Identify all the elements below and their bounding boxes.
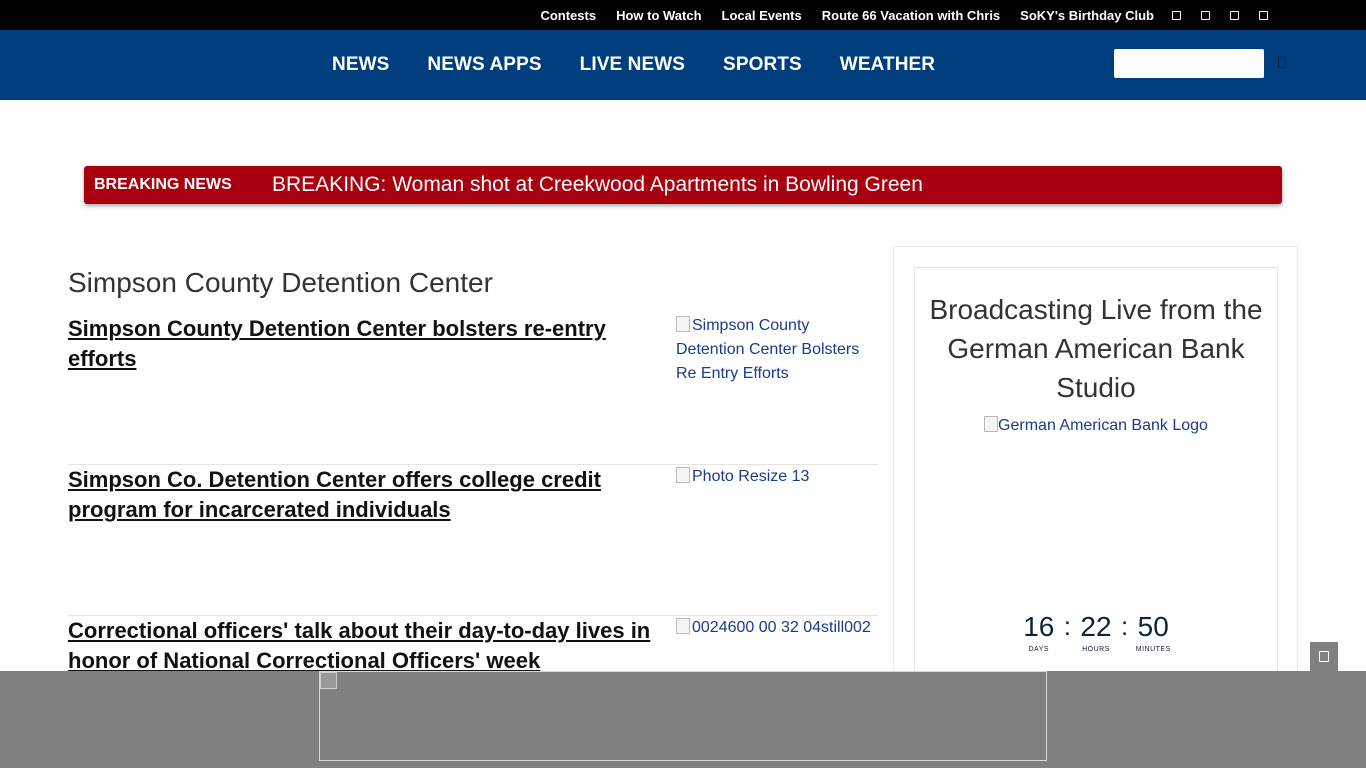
bottom-ad-overlay: [0, 671, 1366, 768]
sponsor-logo-alt: German American Bank Logo: [998, 417, 1208, 434]
youtube-icon[interactable]: [1259, 10, 1268, 20]
story-item: Simpson County Detention Center bolsters…: [68, 314, 878, 465]
top-utility-bar: Contests How to Watch Local Events Route…: [0, 0, 1366, 30]
broken-image-icon: [676, 467, 690, 483]
link-how-to-watch[interactable]: How to Watch: [616, 8, 701, 23]
countdown-hours-value: 22: [1080, 611, 1112, 642]
broken-image-icon: [676, 618, 690, 634]
broken-image-icon: [984, 416, 999, 432]
breaking-news-banner[interactable]: Breaking News BREAKING: Woman shot at Cr…: [84, 166, 1282, 204]
countdown-timer: 16 Days : 22 Hours : 50 Minutes: [915, 610, 1277, 653]
countdown-minutes-label: Minutes: [1135, 646, 1171, 653]
nav-item-live-news[interactable]: LIVE NEWS: [580, 54, 685, 76]
countdown-separator: :: [1063, 611, 1071, 641]
twitter-icon[interactable]: [1201, 10, 1210, 20]
breaking-news-label: Breaking News: [94, 176, 232, 193]
main-navigation: NEWS NEWS APPS LIVE NEWS SPORTS WEATHER: [0, 30, 1366, 100]
countdown-hours: 22 Hours: [1075, 610, 1117, 653]
sponsor-logo[interactable]: German American Bank Logo: [915, 416, 1277, 435]
countdown-minutes: 50 Minutes: [1132, 610, 1174, 653]
story-thumbnail-alt: Simpson County Detention Center Bolsters…: [676, 317, 860, 382]
countdown-hours-label: Hours: [1082, 646, 1110, 653]
search-input[interactable]: [1114, 49, 1264, 78]
search-icon[interactable]: [1278, 57, 1286, 68]
countdown-days: 16 Days: [1018, 610, 1060, 653]
broken-image-icon: [676, 316, 690, 332]
nav-item-news[interactable]: NEWS: [332, 54, 389, 76]
ad-frame[interactable]: [319, 671, 1047, 761]
story-thumbnail-alt: 0024600 00 32 04still002: [692, 619, 871, 636]
live-studio-title: Broadcasting Live from the German Americ…: [929, 294, 1263, 403]
link-route-66-vacation[interactable]: Route 66 Vacation with Chris: [822, 8, 1000, 23]
countdown-separator: :: [1121, 611, 1129, 641]
broken-image-icon: [320, 672, 337, 689]
story-headline[interactable]: Simpson Co. Detention Center offers coll…: [68, 465, 658, 525]
story-thumbnail-alt: Photo Resize 13: [692, 468, 810, 485]
link-local-events[interactable]: Local Events: [722, 8, 802, 23]
page-title: Simpson County Detention Center: [68, 267, 493, 298]
link-contests[interactable]: Contests: [540, 8, 596, 23]
utility-links: Contests How to Watch Local Events Route…: [540, 0, 1154, 30]
story-headline[interactable]: Correctional officers' talk about their …: [68, 616, 658, 676]
ad-close-button[interactable]: [1310, 642, 1338, 671]
story-headline[interactable]: Simpson County Detention Center bolsters…: [68, 314, 658, 374]
nav-item-weather[interactable]: WEATHER: [840, 54, 935, 76]
instagram-icon[interactable]: [1230, 10, 1239, 20]
story-thumbnail[interactable]: 0024600 00 32 04still002: [676, 616, 876, 640]
countdown-minutes-value: 50: [1137, 611, 1169, 642]
countdown-days-value: 16: [1023, 611, 1055, 642]
nav-menu: NEWS NEWS APPS LIVE NEWS SPORTS WEATHER: [332, 30, 935, 100]
nav-item-news-apps[interactable]: NEWS APPS: [427, 54, 541, 76]
nav-item-sports[interactable]: SPORTS: [723, 54, 802, 76]
story-thumbnail[interactable]: Simpson County Detention Center Bolsters…: [676, 314, 876, 386]
breaking-news-headline[interactable]: BREAKING: Woman shot at Creekwood Apartm…: [272, 166, 923, 204]
facebook-icon[interactable]: [1172, 10, 1181, 20]
close-icon: [1319, 651, 1329, 662]
link-birthday-club[interactable]: SoKY's Birthday Club: [1020, 8, 1154, 23]
social-links: [1172, 0, 1274, 30]
countdown-days-label: Days: [1028, 646, 1050, 653]
story-thumbnail[interactable]: Photo Resize 13: [676, 465, 876, 489]
story-item: Simpson Co. Detention Center offers coll…: [68, 465, 878, 616]
